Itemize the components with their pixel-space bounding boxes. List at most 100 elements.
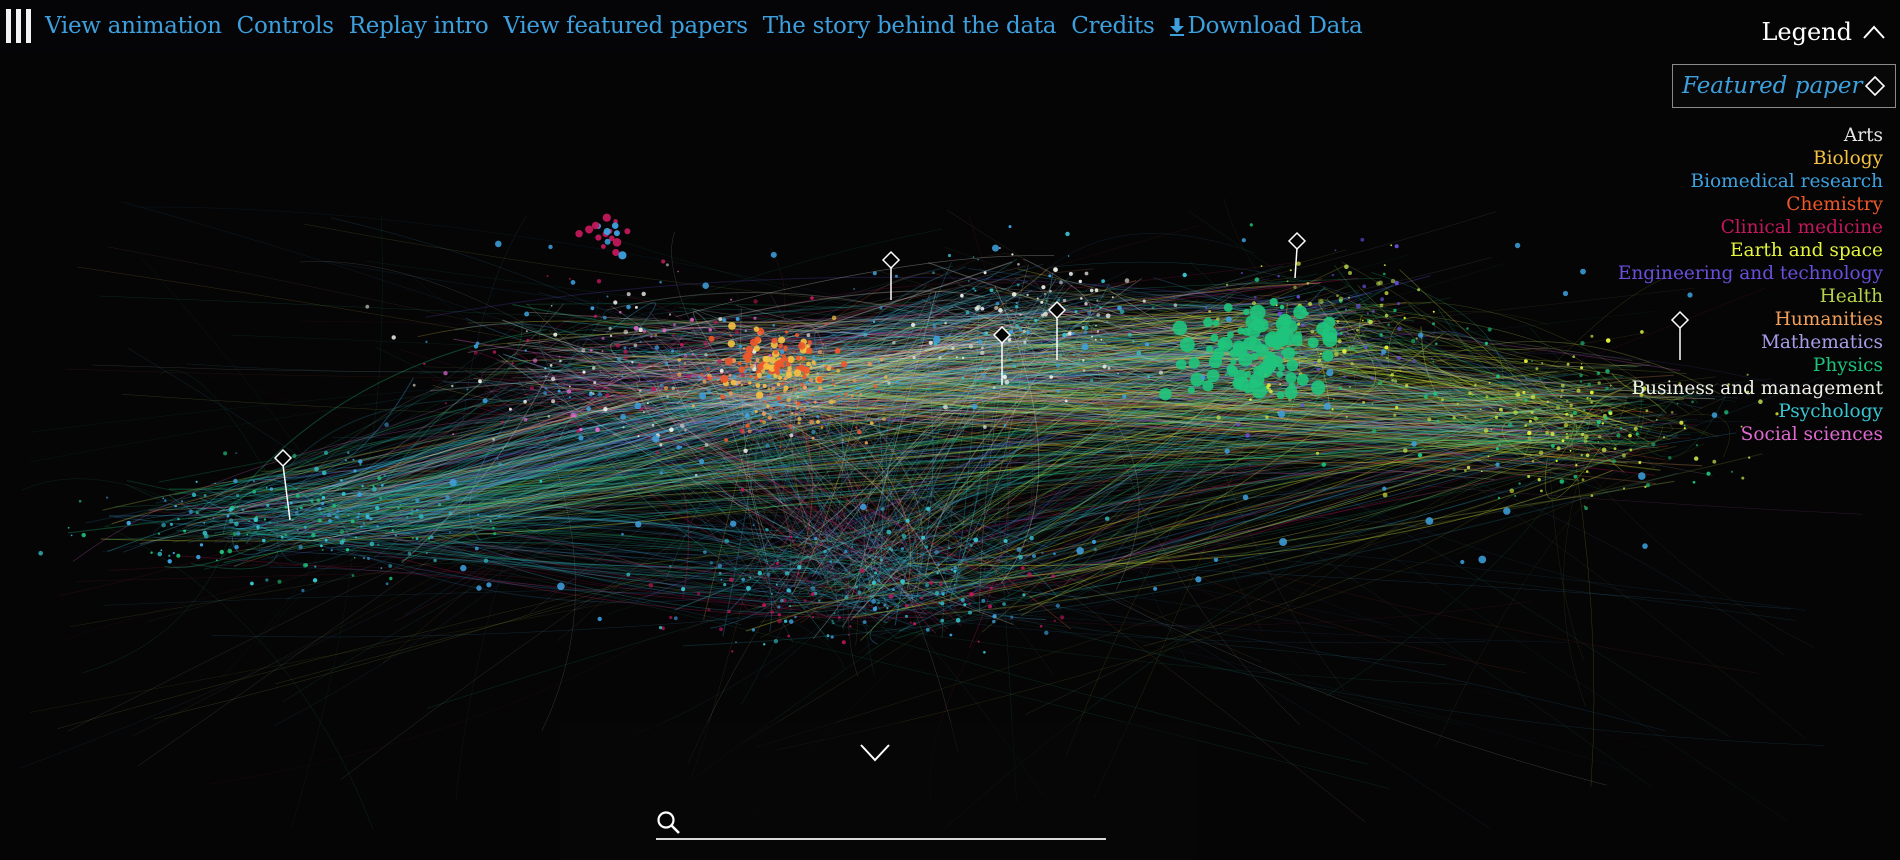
network-node[interactable] (681, 587, 686, 592)
network-node[interactable] (585, 225, 594, 234)
network-node[interactable] (771, 386, 776, 391)
network-node[interactable] (1208, 310, 1211, 313)
network-node[interactable] (724, 538, 730, 544)
network-node[interactable] (1311, 380, 1326, 395)
network-node[interactable] (578, 435, 584, 441)
network-node[interactable] (1368, 319, 1373, 325)
network-node[interactable] (775, 583, 778, 586)
network-node[interactable] (871, 599, 876, 604)
network-node[interactable] (1371, 428, 1377, 434)
network-node[interactable] (838, 616, 841, 619)
network-node[interactable] (361, 485, 364, 488)
network-node[interactable] (1334, 249, 1337, 252)
network-node[interactable] (989, 586, 993, 590)
network-node[interactable] (523, 399, 527, 404)
network-node[interactable] (1565, 435, 1569, 440)
network-node[interactable] (415, 498, 420, 503)
network-node[interactable] (940, 618, 945, 623)
network-node[interactable] (844, 550, 848, 554)
network-node[interactable] (744, 330, 747, 332)
network-node[interactable] (1528, 419, 1532, 423)
network-node[interactable] (557, 582, 565, 591)
network-node[interactable] (949, 633, 953, 637)
network-node[interactable] (253, 517, 259, 522)
network-node[interactable] (1053, 552, 1056, 555)
network-node[interactable] (375, 505, 380, 511)
network-node[interactable] (1200, 375, 1206, 380)
network-node[interactable] (1496, 374, 1500, 379)
network-node[interactable] (702, 282, 709, 290)
network-node[interactable] (869, 595, 872, 598)
network-node[interactable] (1338, 296, 1344, 302)
network-node[interactable] (766, 404, 770, 408)
network-node[interactable] (856, 386, 860, 390)
network-node[interactable] (418, 514, 424, 519)
network-node[interactable] (1572, 355, 1576, 358)
network-node[interactable] (590, 306, 595, 311)
network-node[interactable] (1391, 379, 1394, 382)
network-node[interactable] (845, 385, 848, 387)
network-node[interactable] (1590, 334, 1594, 338)
network-node[interactable] (694, 473, 698, 477)
network-node[interactable] (749, 374, 753, 379)
network-node[interactable] (981, 598, 986, 603)
network-node[interactable] (320, 544, 323, 548)
network-node[interactable] (783, 385, 789, 391)
network-node[interactable] (1041, 551, 1044, 555)
network-node[interactable] (1366, 312, 1369, 315)
network-node[interactable] (1348, 271, 1352, 275)
network-node[interactable] (1375, 365, 1378, 367)
network-node[interactable] (777, 605, 781, 609)
network-node[interactable] (714, 320, 718, 324)
network-node[interactable] (1036, 297, 1039, 300)
network-node[interactable] (871, 580, 877, 586)
network-node[interactable] (502, 448, 505, 450)
network-node[interactable] (219, 549, 224, 555)
network-node[interactable] (1321, 462, 1327, 467)
network-node[interactable] (680, 423, 685, 429)
network-node[interactable] (511, 362, 514, 365)
network-node[interactable] (1056, 389, 1060, 393)
network-node[interactable] (1187, 386, 1195, 394)
network-node[interactable] (762, 420, 767, 425)
network-node[interactable] (1172, 320, 1188, 336)
network-node[interactable] (1227, 365, 1239, 377)
network-node[interactable] (806, 361, 811, 367)
network-node[interactable] (1313, 361, 1317, 365)
network-node[interactable] (940, 601, 945, 606)
network-node[interactable] (1344, 308, 1348, 311)
network-node[interactable] (385, 582, 389, 586)
network-node[interactable] (167, 559, 172, 564)
network-node[interactable] (700, 446, 705, 450)
network-node[interactable] (601, 244, 606, 249)
network-node[interactable] (1525, 398, 1528, 401)
network-node[interactable] (1254, 277, 1260, 283)
network-node[interactable] (496, 458, 499, 460)
network-node[interactable] (1223, 303, 1233, 312)
network-node[interactable] (606, 295, 609, 298)
network-node[interactable] (988, 345, 992, 349)
network-node[interactable] (356, 515, 360, 519)
network-node[interactable] (524, 311, 530, 317)
network-node[interactable] (1245, 433, 1250, 438)
network-node[interactable] (1002, 374, 1007, 380)
network-node[interactable] (1508, 422, 1513, 427)
network-node[interactable] (1563, 423, 1569, 428)
network-node[interactable] (1639, 461, 1642, 463)
network-node[interactable] (1436, 419, 1440, 423)
network-node[interactable] (995, 301, 1000, 306)
network-node[interactable] (1556, 405, 1560, 410)
featured-paper-legend[interactable]: Featured paper (1672, 64, 1896, 108)
network-node[interactable] (1356, 328, 1359, 332)
network-node[interactable] (1580, 341, 1585, 346)
network-node[interactable] (1561, 389, 1564, 393)
network-node[interactable] (318, 507, 322, 511)
network-node[interactable] (161, 522, 166, 528)
network-node[interactable] (965, 310, 970, 315)
network-node[interactable] (524, 349, 527, 352)
network-node[interactable] (341, 491, 346, 496)
network-node[interactable] (723, 465, 725, 467)
network-node[interactable] (1084, 325, 1089, 331)
network-node[interactable] (1371, 309, 1375, 313)
network-node[interactable] (1282, 347, 1296, 360)
